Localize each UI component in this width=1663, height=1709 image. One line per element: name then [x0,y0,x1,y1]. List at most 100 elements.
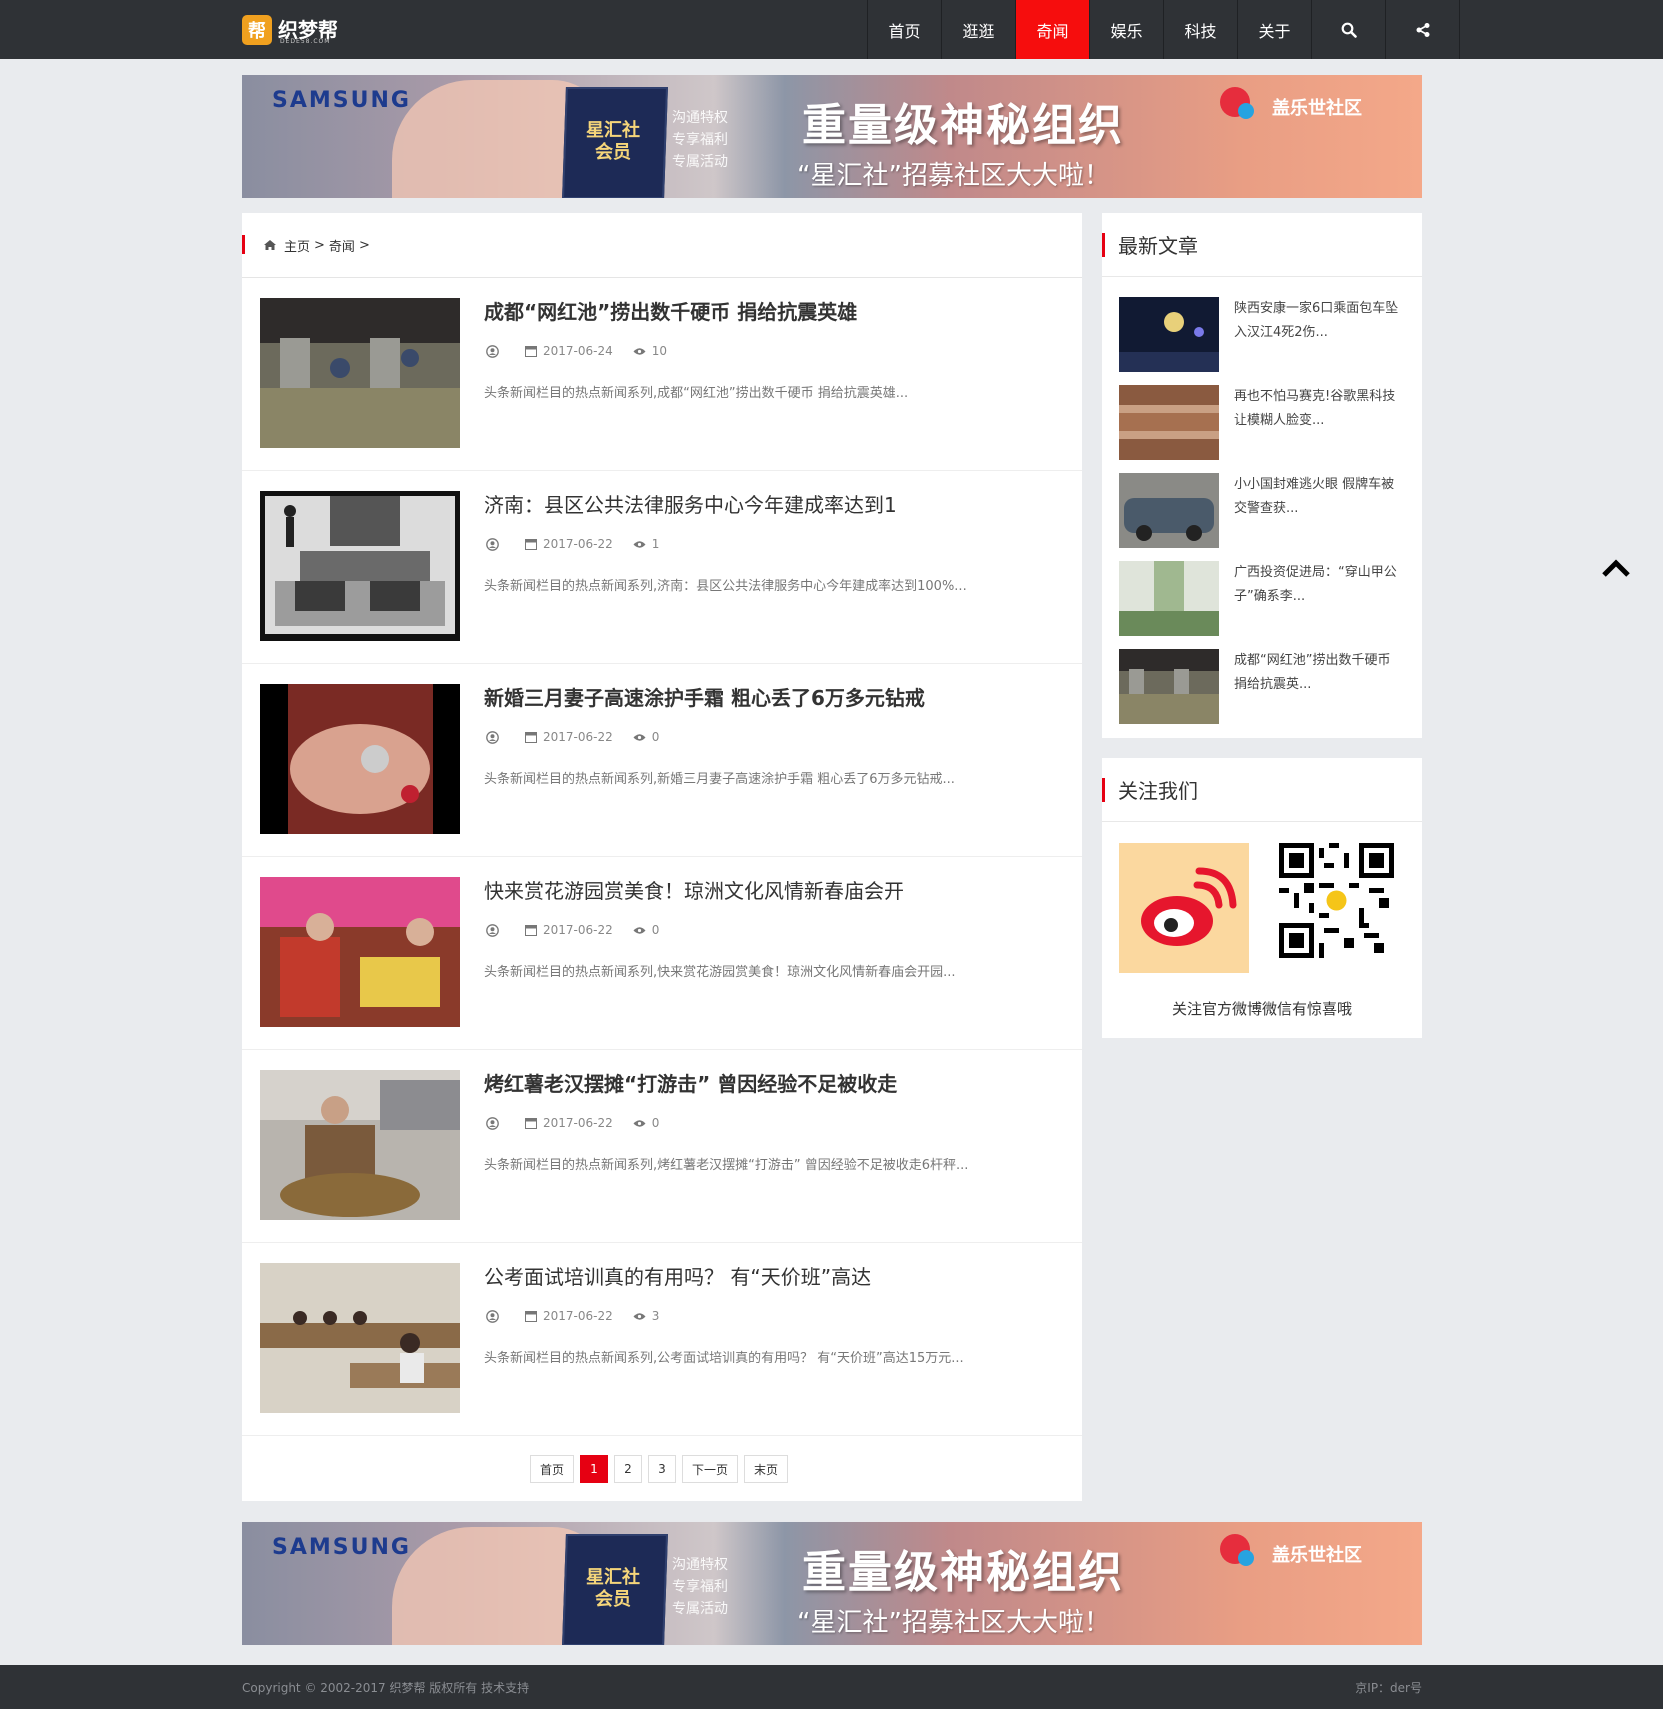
search-icon [1341,22,1357,38]
qr-code-icon [1279,843,1394,958]
article-views: 10 [651,344,668,358]
chat-bubble-icon-secondary [1238,1550,1254,1566]
recent-title-link[interactable]: 广西投资促进局：“穿山甲公子”确系李... [1234,561,1404,609]
recent-title: 最新文章 [1102,213,1422,277]
user-icon [486,537,499,551]
article-summary: 头条新闻栏目的热点新闻系列,新婚三月妻子高速涂护手霜 粗心丢了6万多元钻戒... [484,772,955,787]
banner-community: 盖乐世社区 [1272,1545,1362,1566]
search-button[interactable] [1312,0,1386,59]
recent-title-link[interactable]: 再也不怕马赛克!谷歌黑科技让模糊人脸变... [1234,385,1404,433]
article-item: 公考面试培训真的有用吗？ 有“天价班”高达 2017-06-22 3 头条新闻栏… [242,1243,1082,1436]
banner-community: 盖乐世社区 [1272,98,1362,119]
article-thumbnail[interactable] [260,298,460,448]
nav-entertainment[interactable]: 娱乐 [1090,0,1164,59]
share-button[interactable] [1386,0,1460,59]
recent-item[interactable]: 陕西安康一家6口乘面包车坠入汉江4死2伤... [1102,277,1422,372]
share-icon [1416,22,1429,37]
article-list-panel: 主页 > 奇闻 > 成都“网红池”捞出数千硬币 捐给抗震英雄 2017-06-2… [242,213,1082,1501]
site-logo[interactable]: 帮 织梦帮 DEDE58.COM [242,14,338,46]
article-item: 烤红薯老汉摆摊“打游击” 曾因经验不足被收走 2017-06-22 0 头条新闻… [242,1050,1082,1243]
logo-mark: 帮 [242,15,272,45]
page-last[interactable]: 末页 [744,1455,789,1483]
eye-icon [633,347,646,355]
article-date: 2017-06-22 [543,537,613,551]
page-first[interactable]: 首页 [529,1455,574,1483]
recent-articles-widget: 最新文章 陕西安康一家6口乘面包车坠入汉江4死2伤... 再也不怕马赛克!谷歌黑… [1102,213,1422,738]
article-title[interactable]: 新婚三月妻子高速涂护手霜 粗心丢了6万多元钻戒 [484,682,925,711]
article-date: 2017-06-22 [543,1116,613,1130]
top-navbar: 帮 织梦帮 DEDE58.COM 首页 逛逛 奇闻 娱乐 科技 关于 [0,0,1663,59]
follow-title: 关注我们 [1102,758,1422,822]
recent-thumbnail[interactable] [1119,561,1219,636]
breadcrumb-sep: > [314,237,325,253]
article-date: 2017-06-24 [543,344,613,358]
recent-thumbnail[interactable] [1119,473,1219,548]
article-title[interactable]: 济南：县区公共法律服务中心今年建成率达到1 [484,489,897,518]
recent-title-link[interactable]: 成都“网红池”捞出数千硬币 捐给抗震英... [1234,649,1404,697]
article-title[interactable]: 快来赏花游园赏美食！琼洲文化风情新春庙会开 [484,875,904,904]
eye-icon [633,1312,646,1320]
user-icon [486,730,499,744]
banner-headline: 重量级神秘组织 [802,1547,1124,1598]
article-summary: 头条新闻栏目的热点新闻系列,公考面试培训真的有用吗？ 有“天价班”高达15万元.… [484,1351,964,1366]
recent-title-link[interactable]: 小小国封难逃火眼 假牌车被交警查获... [1234,473,1404,521]
eye-icon [633,926,646,934]
footer-icp: 京IP：der号 [1355,1681,1422,1695]
breadcrumb-sep: > [358,237,370,253]
breadcrumb-home[interactable]: 主页 [284,236,310,255]
article-meta: 2017-06-22 0 [486,1116,679,1130]
banner-card-text: 星汇社会员 [586,120,640,163]
article-meta: 2017-06-22 1 [486,537,679,551]
calendar-icon [525,1311,537,1322]
calendar-icon [525,925,537,936]
article-summary: 头条新闻栏目的热点新闻系列,烤红薯老汉摆摊“打游击” 曾因经验不足被收走6杆秤.… [484,1158,969,1173]
article-item: 新婚三月妻子高速涂护手霜 粗心丢了6万多元钻戒 2017-06-22 0 头条新… [242,664,1082,857]
eye-icon [633,733,646,741]
page-1[interactable]: 1 [579,1455,608,1483]
page-3[interactable]: 3 [647,1455,676,1483]
calendar-icon [525,346,537,357]
nav-tech[interactable]: 科技 [1164,0,1238,59]
article-thumbnail[interactable] [260,1070,460,1220]
article-date: 2017-06-22 [543,923,613,937]
article-views: 1 [651,537,660,551]
recent-thumbnail[interactable] [1119,649,1219,724]
recent-item[interactable]: 广西投资促进局：“穿山甲公子”确系李... [1102,541,1422,636]
recent-thumbnail[interactable] [1119,385,1219,460]
recent-item[interactable]: 再也不怕马赛克!谷歌黑科技让模糊人脸变... [1102,365,1422,460]
article-thumbnail[interactable] [260,1263,460,1413]
recent-thumbnail[interactable] [1119,297,1219,372]
home-icon [264,240,276,250]
article-views: 3 [651,1309,660,1323]
article-meta: 2017-06-22 0 [486,923,679,937]
back-to-top-icon[interactable] [1601,558,1631,578]
breadcrumb: 主页 > 奇闻 > [242,213,1082,278]
article-title[interactable]: 公考面试培训真的有用吗？ 有“天价班”高达 [484,1261,871,1290]
recent-item[interactable]: 小小国封难逃火眼 假牌车被交警查获... [1102,453,1422,548]
weibo-logo[interactable] [1119,843,1249,973]
article-item: 快来赏花游园赏美食！琼洲文化风情新春庙会开 2017-06-22 0 头条新闻栏… [242,857,1082,1050]
banner-card-text: 星汇社会员 [586,1567,640,1610]
top-ad-banner[interactable]: SAMSUNG 星汇社会员 沟通特权 专享福利 专属活动 重量级神秘组织 “星汇… [242,75,1422,198]
recent-title-link[interactable]: 陕西安康一家6口乘面包车坠入汉江4死2伤... [1234,297,1404,345]
article-title[interactable]: 成都“网红池”捞出数千硬币 捐给抗震英雄 [484,296,857,325]
article-thumbnail[interactable] [260,684,460,834]
banner-card-side: 沟通特权 专享福利 专属活动 [672,110,728,170]
article-title[interactable]: 烤红薯老汉摆摊“打游击” 曾因经验不足被收走 [484,1068,897,1097]
logo-text: 织梦帮 [278,18,338,42]
nav-home[interactable]: 首页 [868,0,942,59]
breadcrumb-current[interactable]: 奇闻 [329,236,355,255]
recent-item[interactable]: 成都“网红池”捞出数千硬币 捐给抗震英... [1102,629,1422,724]
article-meta: 2017-06-22 0 [486,730,679,744]
page-2[interactable]: 2 [613,1455,642,1483]
nav-about[interactable]: 关于 [1238,0,1312,59]
banner-slogan: “星汇社”招募社区大大啦！ [797,1608,1110,1638]
nav-browse[interactable]: 逛逛 [942,0,1016,59]
nav-oddities[interactable]: 奇闻 [1016,0,1090,59]
article-thumbnail[interactable] [260,491,460,641]
calendar-icon [525,539,537,550]
bottom-ad-banner[interactable]: SAMSUNG 星汇社会员 沟通特权 专享福利 专属活动 重量级神秘组织 “星汇… [242,1522,1422,1645]
article-views: 0 [651,1116,660,1130]
page-next[interactable]: 下一页 [681,1455,738,1483]
article-thumbnail[interactable] [260,877,460,1027]
